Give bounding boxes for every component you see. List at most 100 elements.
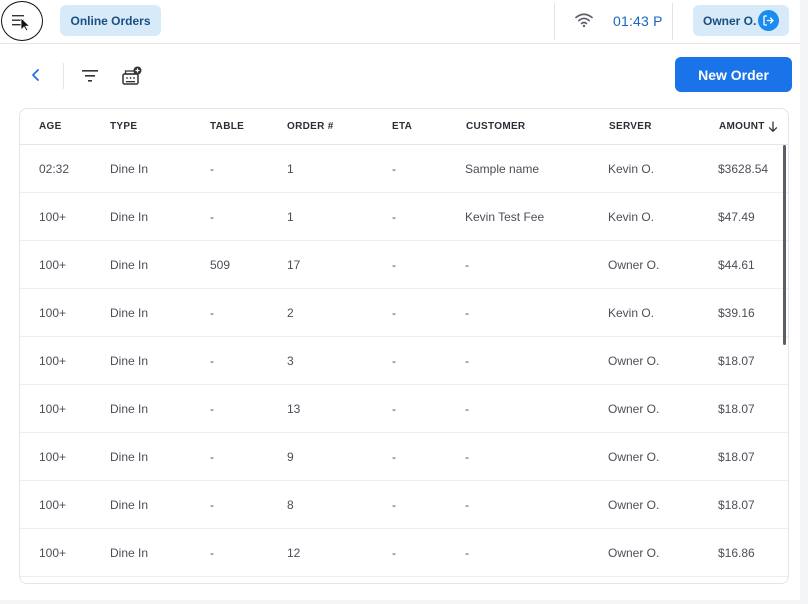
filter-icon[interactable] [82, 69, 98, 83]
column-header-order[interactable]: ORDER # [287, 121, 334, 132]
cell-order: 9 [287, 450, 294, 464]
cell-age: 100+ [39, 402, 67, 416]
table-row[interactable]: 100+ Dine In - 12 - - Owner O. $16.86 [20, 529, 788, 577]
cell-order: 2 [287, 306, 294, 320]
table-header: AGE TYPE TABLE ORDER # ETA CUSTOMER SERV… [20, 109, 788, 145]
table-row[interactable]: 100+ Dine In 509 17 - - Owner O. $44.61 [20, 241, 788, 289]
cell-amount: $18.07 [718, 498, 755, 512]
cell-eta: - [392, 354, 396, 368]
divider [672, 3, 673, 40]
divider [63, 63, 64, 89]
cell-customer: - [465, 354, 469, 368]
cell-amount: $47.49 [718, 210, 755, 224]
cell-customer: - [465, 402, 469, 416]
cell-type: Dine In [110, 306, 149, 320]
cell-server: Kevin O. [608, 306, 655, 320]
cell-eta: - [392, 498, 396, 512]
column-header-amount[interactable]: AMOUNT [719, 121, 765, 132]
cell-type: Dine In [110, 498, 149, 512]
cell-table: - [210, 210, 214, 224]
cell-table: 509 [210, 258, 231, 272]
cell-eta: - [392, 546, 396, 560]
cell-amount: $18.07 [718, 450, 755, 464]
cell-amount: $39.16 [718, 306, 755, 320]
online-orders-button[interactable]: Online Orders [60, 5, 161, 36]
logout-button[interactable] [758, 10, 779, 31]
cell-order: 1 [287, 162, 294, 176]
chevron-left-icon[interactable] [30, 68, 42, 82]
cell-eta: - [392, 450, 396, 464]
cell-server: Kevin O. [608, 210, 655, 224]
table-row[interactable]: 100+ Dine In - 2 - - Kevin O. $39.16 [20, 289, 788, 337]
cell-eta: - [392, 210, 396, 224]
cell-eta: - [392, 306, 396, 320]
cell-table: - [210, 498, 214, 512]
table-row[interactable]: 100+ Dine In - 3 - - Owner O. $18.07 [20, 337, 788, 385]
cell-amount: $44.61 [718, 258, 755, 272]
cell-eta: - [392, 258, 396, 272]
clock-display: 01:43 P [613, 13, 663, 29]
column-header-eta[interactable]: ETA [392, 121, 412, 132]
cell-customer: Sample name [465, 162, 540, 176]
online-orders-label: Online Orders [70, 13, 151, 28]
cell-customer: - [465, 498, 469, 512]
cell-server: Owner O. [608, 402, 660, 416]
column-header-table[interactable]: TABLE [210, 121, 244, 132]
cell-order: 12 [287, 546, 301, 560]
table-row[interactable]: 100+ Dine In - 8 - - Owner O. $18.07 [20, 481, 788, 529]
column-header-age[interactable]: AGE [39, 121, 62, 132]
cell-age: 02:32 [39, 162, 70, 176]
cell-amount: $16.86 [718, 546, 755, 560]
table-scrollbar[interactable] [783, 145, 786, 345]
cell-server: Owner O. [608, 498, 660, 512]
wifi-icon [575, 13, 593, 28]
cell-type: Dine In [110, 354, 149, 368]
cell-amount: $18.07 [718, 402, 755, 416]
arrow-down-icon[interactable] [768, 121, 778, 133]
user-label: Owner O. [703, 13, 757, 28]
cell-age: 100+ [39, 498, 67, 512]
cell-table: - [210, 546, 214, 560]
menu-icon [12, 15, 31, 31]
column-header-server[interactable]: SERVER [609, 121, 652, 132]
cell-order: 1 [287, 210, 294, 224]
column-header-customer[interactable]: CUSTOMER [466, 121, 525, 132]
cell-type: Dine In [110, 450, 149, 464]
table-row[interactable]: 100+ Dine In - 13 - - Owner O. $18.07 [20, 385, 788, 433]
cell-eta: - [392, 162, 396, 176]
cash-register-icon[interactable] [122, 66, 142, 86]
cell-customer: - [465, 258, 469, 272]
top-bar: Online Orders 01:43 P Owner O. [0, 0, 800, 44]
menu-button[interactable] [1, 1, 43, 41]
table-row[interactable]: 100+ Dine In - 9 - - Owner O. $18.07 [20, 433, 788, 481]
user-button[interactable]: Owner O. [693, 5, 789, 36]
orders-table: AGE TYPE TABLE ORDER # ETA CUSTOMER SERV… [19, 108, 789, 584]
new-order-button[interactable]: New Order [675, 57, 792, 92]
cell-customer: - [465, 450, 469, 464]
new-order-label: New Order [698, 66, 769, 83]
cell-customer: - [465, 546, 469, 560]
cell-table: - [210, 306, 214, 320]
cell-table: - [210, 402, 214, 416]
cell-amount: $18.07 [718, 354, 755, 368]
table-row[interactable]: 100+ Dine In - 1 - Kevin Test Fee Kevin … [20, 193, 788, 241]
cell-customer: - [465, 306, 469, 320]
table-row[interactable]: 02:32 Dine In - 1 - Sample name Kevin O.… [20, 145, 788, 193]
cell-order: 17 [287, 258, 301, 272]
column-header-type[interactable]: TYPE [110, 121, 137, 132]
cell-table: - [210, 354, 214, 368]
cell-age: 100+ [39, 210, 67, 224]
cell-age: 100+ [39, 306, 67, 320]
cell-age: 100+ [39, 450, 67, 464]
cell-type: Dine In [110, 258, 149, 272]
cell-server: Owner O. [608, 450, 660, 464]
app-window: Online Orders 01:43 P Owner O. New Order… [0, 0, 800, 600]
cell-amount: $3628.54 [718, 162, 769, 176]
cell-server: Owner O. [608, 258, 660, 272]
cell-age: 100+ [39, 546, 67, 560]
cell-table: - [210, 450, 214, 464]
cell-order: 13 [287, 402, 301, 416]
cell-customer: Kevin Test Fee [465, 210, 545, 224]
cell-type: Dine In [110, 402, 149, 416]
cell-age: 100+ [39, 258, 67, 272]
